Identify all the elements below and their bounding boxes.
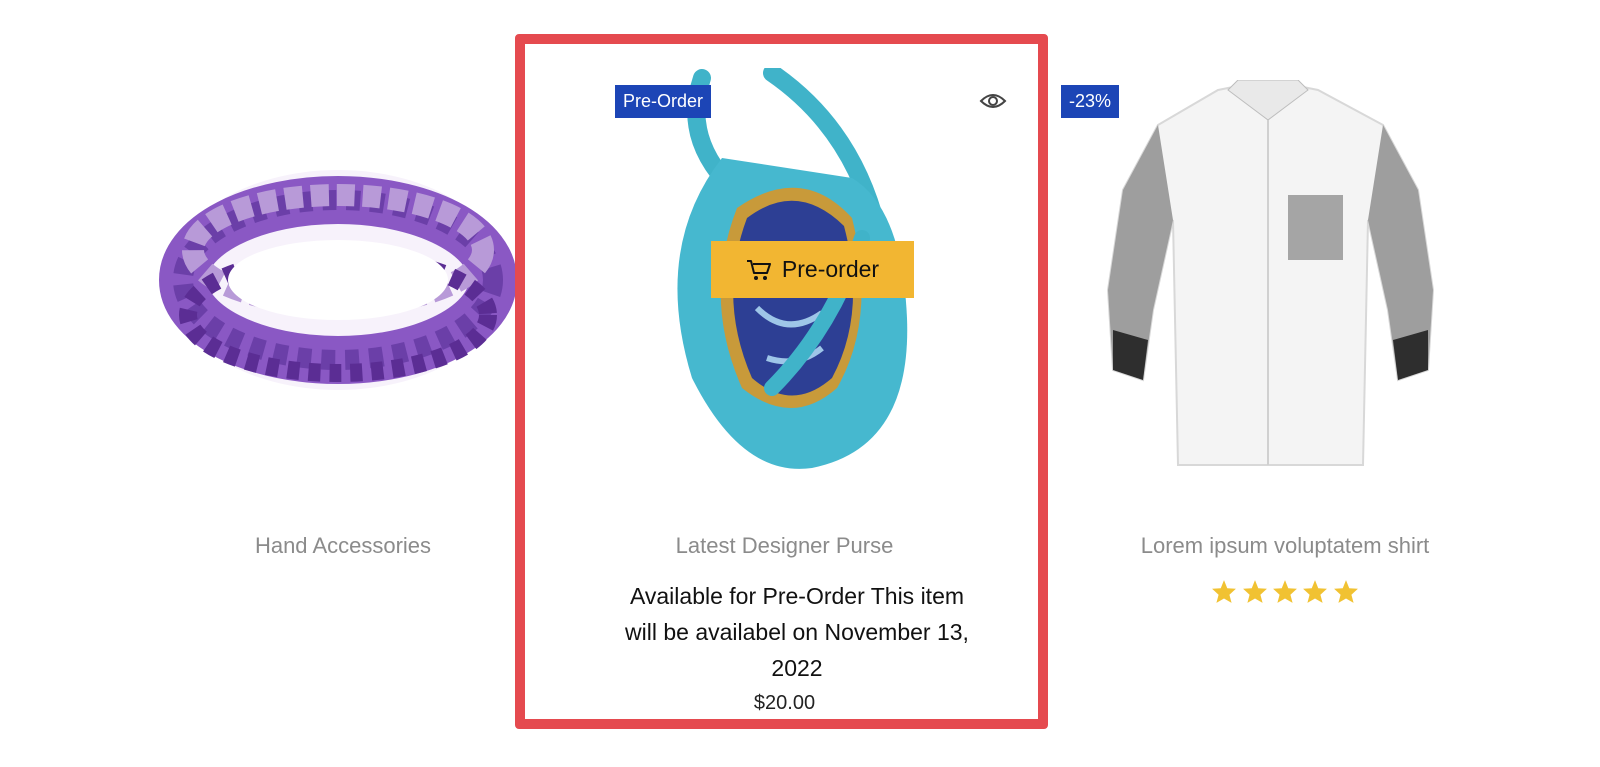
bracelet-image[interactable] [158, 130, 528, 430]
discount-badge: -23% [1061, 85, 1120, 118]
rating-stars [1040, 579, 1530, 604]
shirt-image[interactable] [1098, 80, 1448, 480]
star-icon [1333, 580, 1358, 603]
product-title[interactable]: Hand Accessories [158, 533, 528, 559]
preorder-button[interactable]: Pre-order [711, 241, 914, 298]
cart-icon [746, 259, 771, 280]
star-icon [1212, 580, 1237, 603]
product-price: $20.00 [753, 692, 816, 714]
product-card-hand-accessories[interactable]: Hand Accessories [158, 0, 528, 767]
product-card-shirt[interactable]: -23% Lorem ipsum voluptatem shirt [1061, 0, 1570, 767]
star-icon [1242, 580, 1267, 603]
product-card-designer-purse[interactable]: Pre-Order Pre-order Latest Designer Purs… [512, 0, 1057, 767]
preorder-button-label: Pre-order [781, 256, 880, 282]
product-title[interactable]: Lorem ipsum voluptatem shirt [1040, 533, 1530, 559]
preorder-badge: Pre-Order [615, 85, 712, 118]
preorder-availability-text: Available for Pre-Order This item will b… [625, 583, 969, 681]
star-icon [1303, 580, 1328, 603]
eye-icon[interactable] [979, 90, 1007, 112]
product-title[interactable]: Latest Designer Purse [512, 533, 1057, 559]
star-icon [1273, 580, 1297, 603]
